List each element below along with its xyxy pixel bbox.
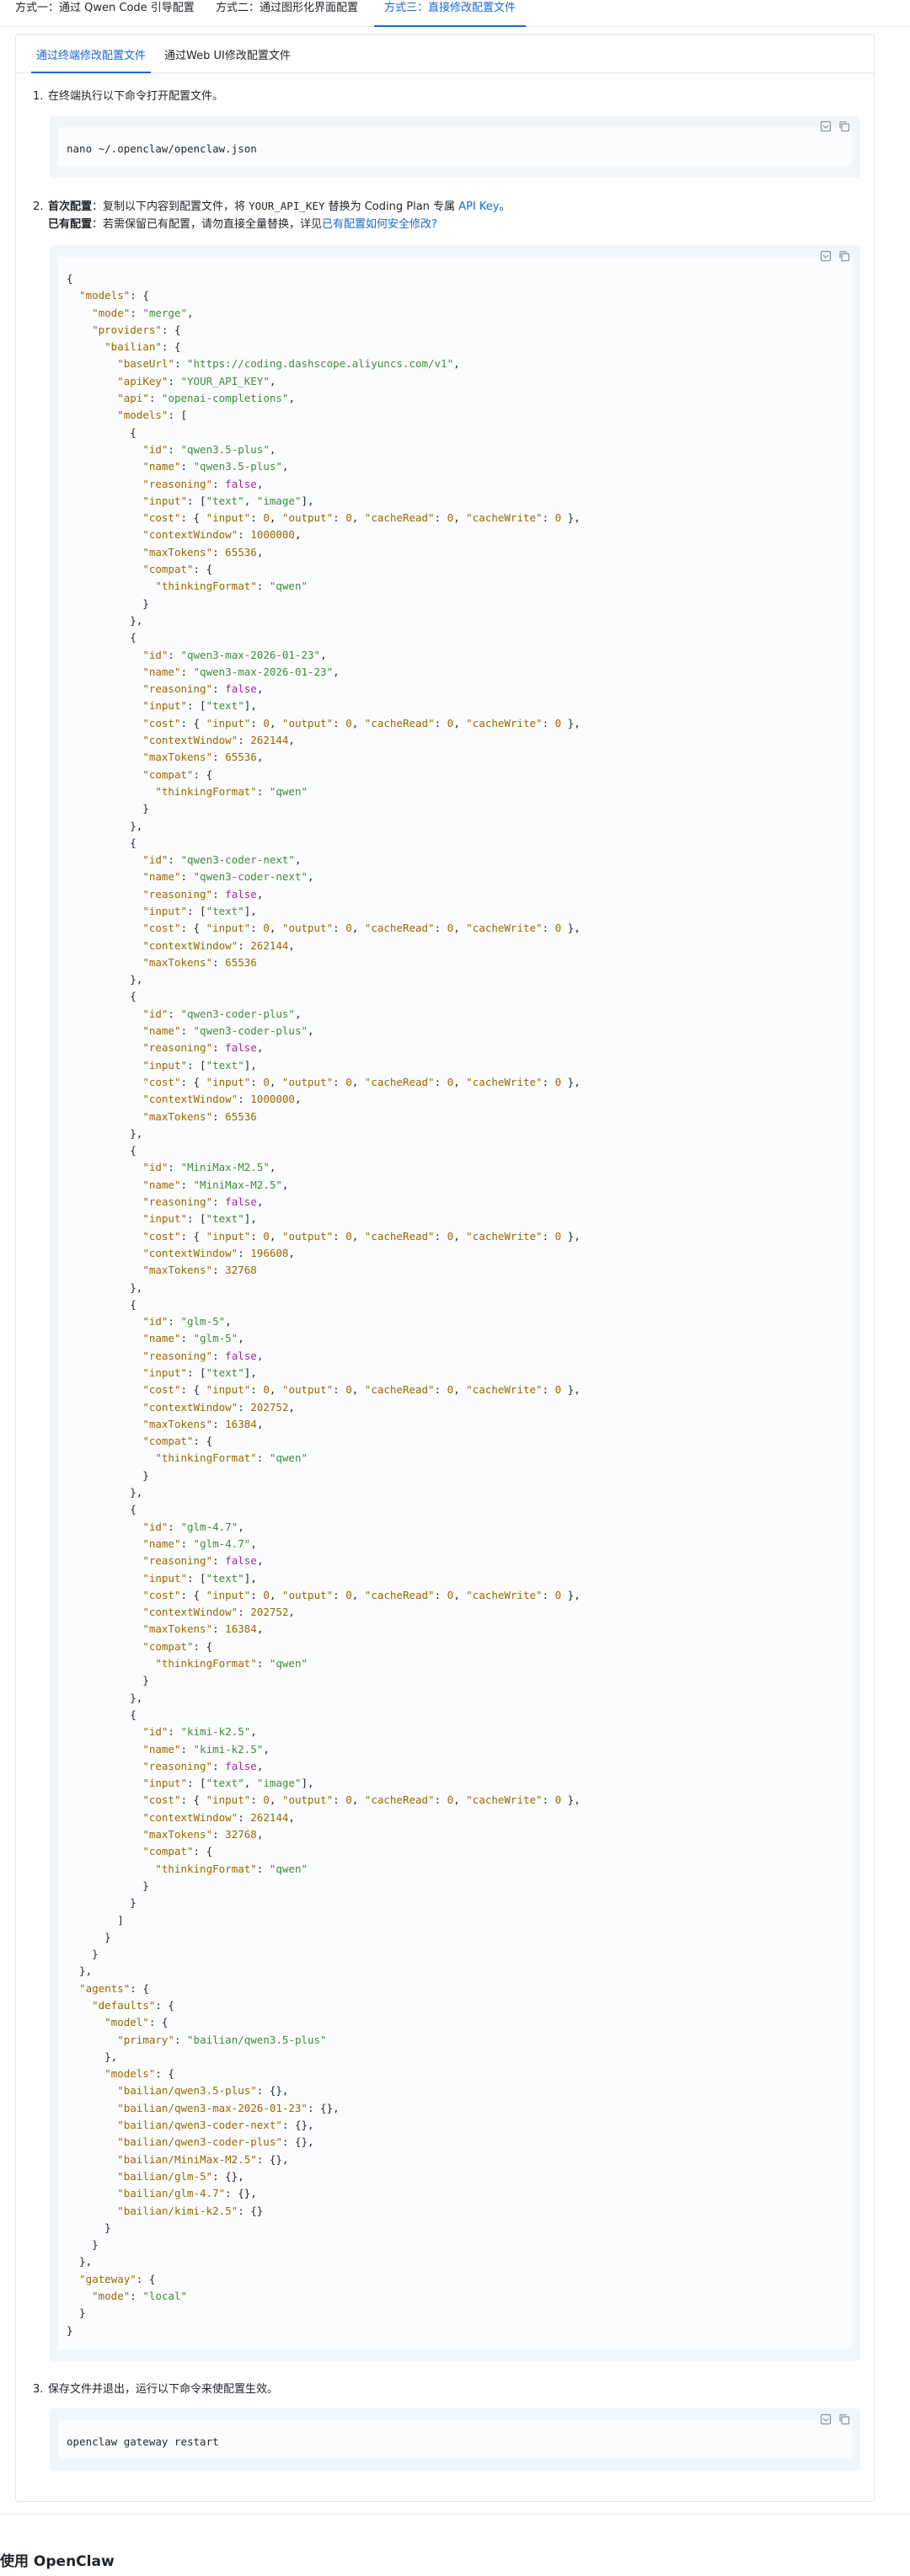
api-key-placeholder: YOUR_API_KEY [249, 200, 325, 212]
code-block-restart: openclaw gateway restart [50, 2408, 860, 2471]
step-number: 1. [33, 90, 44, 103]
api-key-link[interactable]: API Key [458, 200, 499, 213]
step-number: 3. [33, 2383, 44, 2396]
command-restart-gateway: openclaw gateway restart [67, 2435, 219, 2448]
copy-icon[interactable] [838, 2413, 850, 2425]
config-json-code: { "models": { "mode": "merge", "provider… [67, 272, 581, 2337]
existing-config-label: 已有配置 [48, 218, 93, 231]
step-1: 1. 在终端执行以下命令打开配置文件。 [33, 87, 223, 107]
tab-method-three[interactable]: 方式三：直接修改配置文件 [374, 0, 527, 27]
command-open-config: nano ~/.openclaw/openclaw.json [67, 142, 257, 155]
copy-icon[interactable] [838, 250, 850, 262]
step-2-existing-note: 已有配置：若需保留已有配置，请勿直接全量替换，详见已有配置如何安全修改? [48, 218, 437, 231]
tab-method-two[interactable]: 方式二：通过图形化界面配置 [216, 0, 358, 27]
tab-method-one[interactable]: 方式一：通过 Qwen Code 引导配置 [15, 0, 195, 27]
safe-modify-link[interactable]: 已有配置如何安全修改? [322, 218, 437, 231]
copy-icon[interactable] [838, 120, 850, 132]
step-number: 2. [33, 200, 44, 213]
first-config-label: 首次配置 [48, 200, 93, 213]
edit-mode-tabs: 通过终端修改配置文件 通过Web UI修改配置文件 [16, 35, 874, 73]
step-text: 保存文件并退出，运行以下命令来使配置生效。 [48, 2383, 279, 2396]
code-block-config-json: { "models": { "mode": "merge", "provider… [50, 245, 860, 2361]
section-title: 使用 OpenClaw [0, 2553, 115, 2570]
step-text: 在终端执行以下命令打开配置文件。 [48, 90, 224, 103]
download-icon[interactable] [820, 120, 832, 132]
method-three-panel: 通过终端修改配置文件 通过Web UI修改配置文件 1. 在终端执行以下命令打开配… [15, 34, 875, 2502]
tab-webui-edit[interactable]: 通过Web UI修改配置文件 [164, 46, 291, 73]
tab-terminal-edit[interactable]: 通过终端修改配置文件 [31, 46, 152, 73]
code-block-open-file: nano ~/.openclaw/openclaw.json [50, 115, 860, 178]
divider [0, 2514, 910, 2515]
step-3: 3. 保存文件并退出，运行以下命令来使配置生效。 [33, 2380, 278, 2400]
download-icon[interactable] [820, 250, 832, 262]
config-method-tabs: 方式一：通过 Qwen Code 引导配置 方式二：通过图形化界面配置 方式三：… [0, 0, 910, 27]
download-icon[interactable] [820, 2413, 832, 2425]
